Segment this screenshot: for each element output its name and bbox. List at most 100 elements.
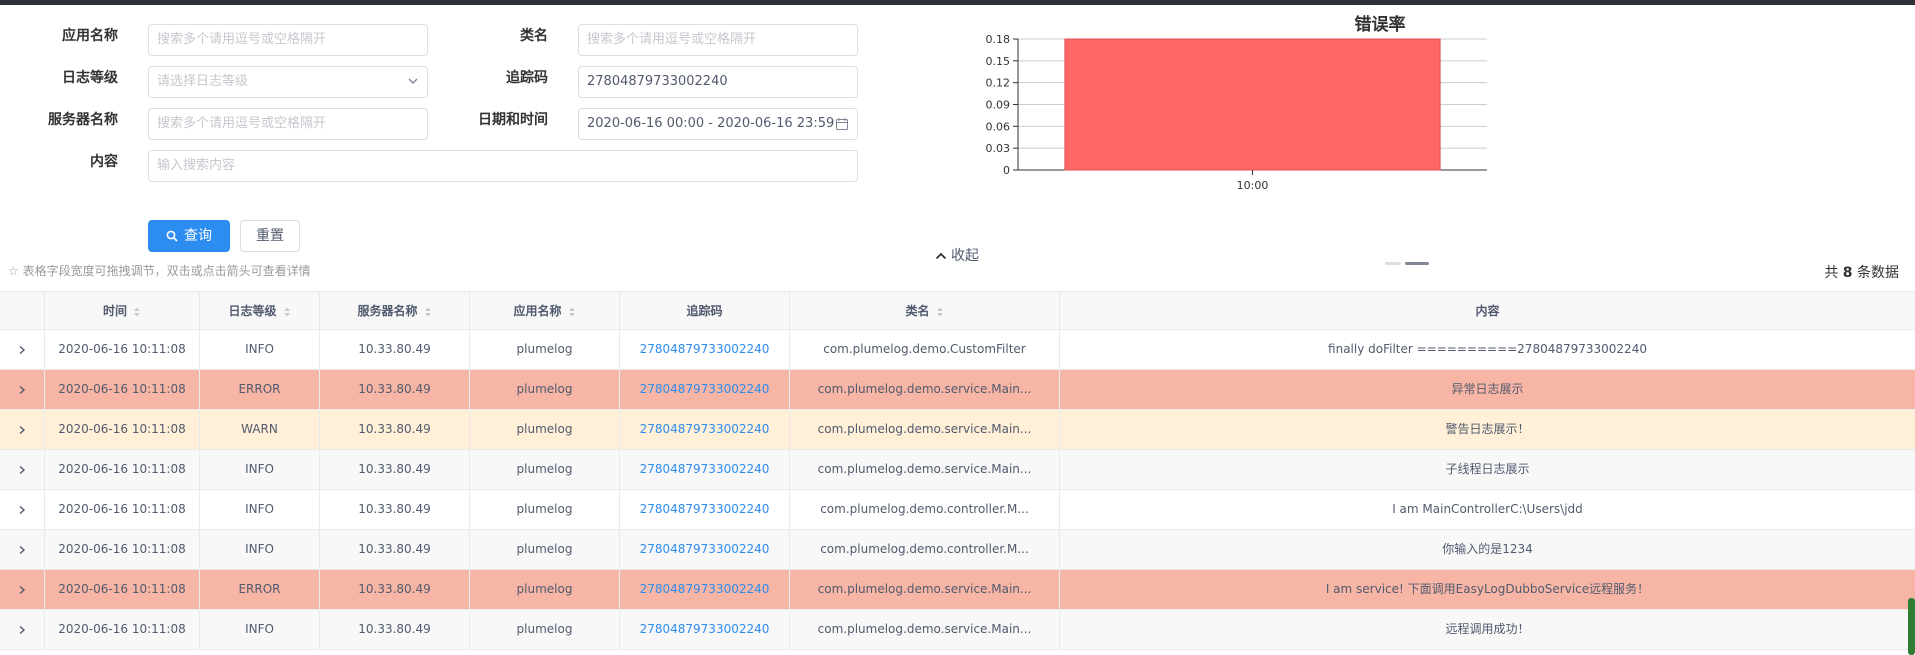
app-name-label: 应用名称 <box>62 28 118 44</box>
table-row[interactable]: 2020-06-16 10:11:08 INFO 10.33.80.49 plumel… <box>0 490 1915 530</box>
pager-dot-active[interactable] <box>1405 262 1429 265</box>
level-select[interactable]: 请选择日志等级 <box>148 66 428 98</box>
level-label: 日志等级 <box>62 70 118 86</box>
chevron-right-icon[interactable] <box>18 465 26 475</box>
level-cell: INFO <box>200 490 320 529</box>
expand-cell[interactable] <box>0 450 45 489</box>
app-name-input[interactable]: 搜索多个请用逗号或空格隔开 <box>148 24 428 56</box>
trace-cell[interactable]: 27804879733002240 <box>620 490 790 529</box>
search-button-label: 查询 <box>184 228 212 244</box>
header-app[interactable]: 应用名称 <box>470 292 620 329</box>
header-time-label: 时间 <box>102 304 127 318</box>
trace-label: 追踪码 <box>506 70 548 86</box>
trace-cell[interactable]: 27804879733002240 <box>620 610 790 649</box>
expand-cell[interactable] <box>0 410 45 449</box>
trace-input[interactable]: 27804879733002240 <box>578 66 858 98</box>
trace-cell[interactable]: 27804879733002240 <box>620 370 790 409</box>
collapse-toggle[interactable]: 收起 <box>935 245 979 265</box>
level-cell: ERROR <box>200 570 320 609</box>
trace-cell[interactable]: 27804879733002240 <box>620 570 790 609</box>
sort-icon[interactable] <box>568 306 576 318</box>
table-row[interactable]: 2020-06-16 10:11:08 INFO 10.33.80.49 plumel… <box>0 530 1915 570</box>
content-cell: 你输入的是1234 <box>1442 542 1533 556</box>
sort-icon[interactable] <box>133 306 141 318</box>
table-row[interactable]: 2020-06-16 10:11:08 WARN 10.33.80.49 plumel… <box>0 410 1915 450</box>
calendar-icon <box>836 118 848 130</box>
y-tick-label: 0.18 <box>986 33 1011 46</box>
chevron-right-icon[interactable] <box>18 425 26 435</box>
header-content-label: 内容 <box>1475 304 1500 318</box>
total-suffix: 条数据 <box>1857 265 1899 281</box>
trace-cell[interactable]: 27804879733002240 <box>620 330 790 369</box>
content-input[interactable]: 输入搜索内容 <box>148 150 858 182</box>
server-cell: 10.33.80.49 <box>320 570 470 609</box>
server-input[interactable]: 搜索多个请用逗号或空格隔开 <box>148 108 428 140</box>
class-cell: com.plumelog.demo.service.Main... <box>790 370 1060 409</box>
total-number: 8 <box>1842 265 1853 281</box>
search-button[interactable]: 查询 <box>148 220 230 252</box>
expand-cell[interactable] <box>0 370 45 409</box>
class-name-input[interactable]: 搜索多个请用逗号或空格隔开 <box>578 24 858 56</box>
content-cell: 异常日志展示 <box>1451 382 1524 396</box>
expand-cell[interactable] <box>0 570 45 609</box>
trace-cell[interactable]: 27804879733002240 <box>620 530 790 569</box>
header-class[interactable]: 类名 <box>790 292 1060 329</box>
chevron-right-icon[interactable] <box>18 345 26 355</box>
app-cell: plumelog <box>470 570 620 609</box>
content-cell: 远程调用成功！ <box>1445 622 1530 636</box>
scrollbar-thumb[interactable] <box>1908 598 1915 655</box>
header-level[interactable]: 日志等级 <box>200 292 320 329</box>
server-cell: 10.33.80.49 <box>320 450 470 489</box>
chevron-right-icon[interactable] <box>18 625 26 635</box>
app-cell: plumelog <box>470 330 620 369</box>
table-row[interactable]: 2020-06-16 10:11:08 ERROR 10.33.80.49 plume… <box>0 370 1915 410</box>
expand-cell[interactable] <box>0 610 45 649</box>
chart-plot: 0 0.03 0.06 0.09 0.12 0.15 0.18 10:00 <box>986 33 1487 192</box>
server-label: 服务器名称 <box>48 112 118 128</box>
expand-cell[interactable] <box>0 330 45 369</box>
table-row[interactable]: 2020-06-16 10:11:08 ERROR 10.33.80.49 plume… <box>0 570 1915 610</box>
content-cell: I am service! 下面调用EasyLogDubboService远程服… <box>1325 582 1650 596</box>
trace-cell[interactable]: 27804879733002240 <box>620 450 790 489</box>
datetime-picker[interactable]: 2020-06-16 00:00 - 2020-06-16 23:59 <box>578 108 858 140</box>
datetime-value: 2020-06-16 00:00 - 2020-06-16 23:59 <box>587 116 835 131</box>
sort-icon[interactable] <box>283 306 291 318</box>
chevron-up-icon <box>935 252 947 260</box>
pager-dot[interactable] <box>1385 262 1401 265</box>
header-time[interactable]: 时间 <box>45 292 200 329</box>
header-server[interactable]: 服务器名称 <box>320 292 470 329</box>
total-count: 共 8 条数据 <box>1824 262 1899 282</box>
reset-button[interactable]: 重置 <box>240 220 300 252</box>
table-row[interactable]: 2020-06-16 10:11:08 INFO 10.33.80.49 plumel… <box>0 330 1915 370</box>
time-cell: 2020-06-16 10:11:08 <box>45 610 200 649</box>
expand-cell[interactable] <box>0 490 45 529</box>
chart-pager[interactable] <box>1385 253 1433 269</box>
header-trace-label: 追踪码 <box>686 304 723 318</box>
app-cell: plumelog <box>470 410 620 449</box>
sort-icon[interactable] <box>936 306 944 318</box>
sort-icon[interactable] <box>424 306 432 318</box>
y-tick-label: 0.12 <box>986 77 1011 90</box>
chart-bar[interactable] <box>1064 38 1441 171</box>
header-server-label: 服务器名称 <box>357 304 418 318</box>
x-tick-label: 10:00 <box>1237 179 1269 192</box>
y-tick-label: 0.03 <box>986 142 1011 155</box>
trace-cell[interactable]: 27804879733002240 <box>620 410 790 449</box>
time-cell: 2020-06-16 10:11:08 <box>45 490 200 529</box>
chevron-right-icon[interactable] <box>18 385 26 395</box>
app-cell: plumelog <box>470 610 620 649</box>
expand-cell[interactable] <box>0 530 45 569</box>
y-tick-label: 0 <box>1003 164 1010 177</box>
datetime-label: 日期和时间 <box>478 112 548 128</box>
chevron-right-icon[interactable] <box>18 585 26 595</box>
level-cell: INFO <box>200 610 320 649</box>
table-row[interactable]: 2020-06-16 10:11:08 INFO 10.33.80.49 plumel… <box>0 450 1915 490</box>
content-cell: I am MainControllerC:\Users\jdd <box>1392 502 1583 516</box>
y-tick-label: 0.06 <box>986 120 1011 133</box>
chevron-right-icon[interactable] <box>18 505 26 515</box>
header-expand <box>0 292 45 329</box>
search-form: 应用名称 搜索多个请用逗号或空格隔开 类名 搜索多个请用逗号或空格隔开 日志等级… <box>0 20 870 252</box>
time-cell: 2020-06-16 10:11:08 <box>45 330 200 369</box>
table-row[interactable]: 2020-06-16 10:11:08 INFO 10.33.80.49 plumel… <box>0 610 1915 650</box>
chevron-right-icon[interactable] <box>18 545 26 555</box>
